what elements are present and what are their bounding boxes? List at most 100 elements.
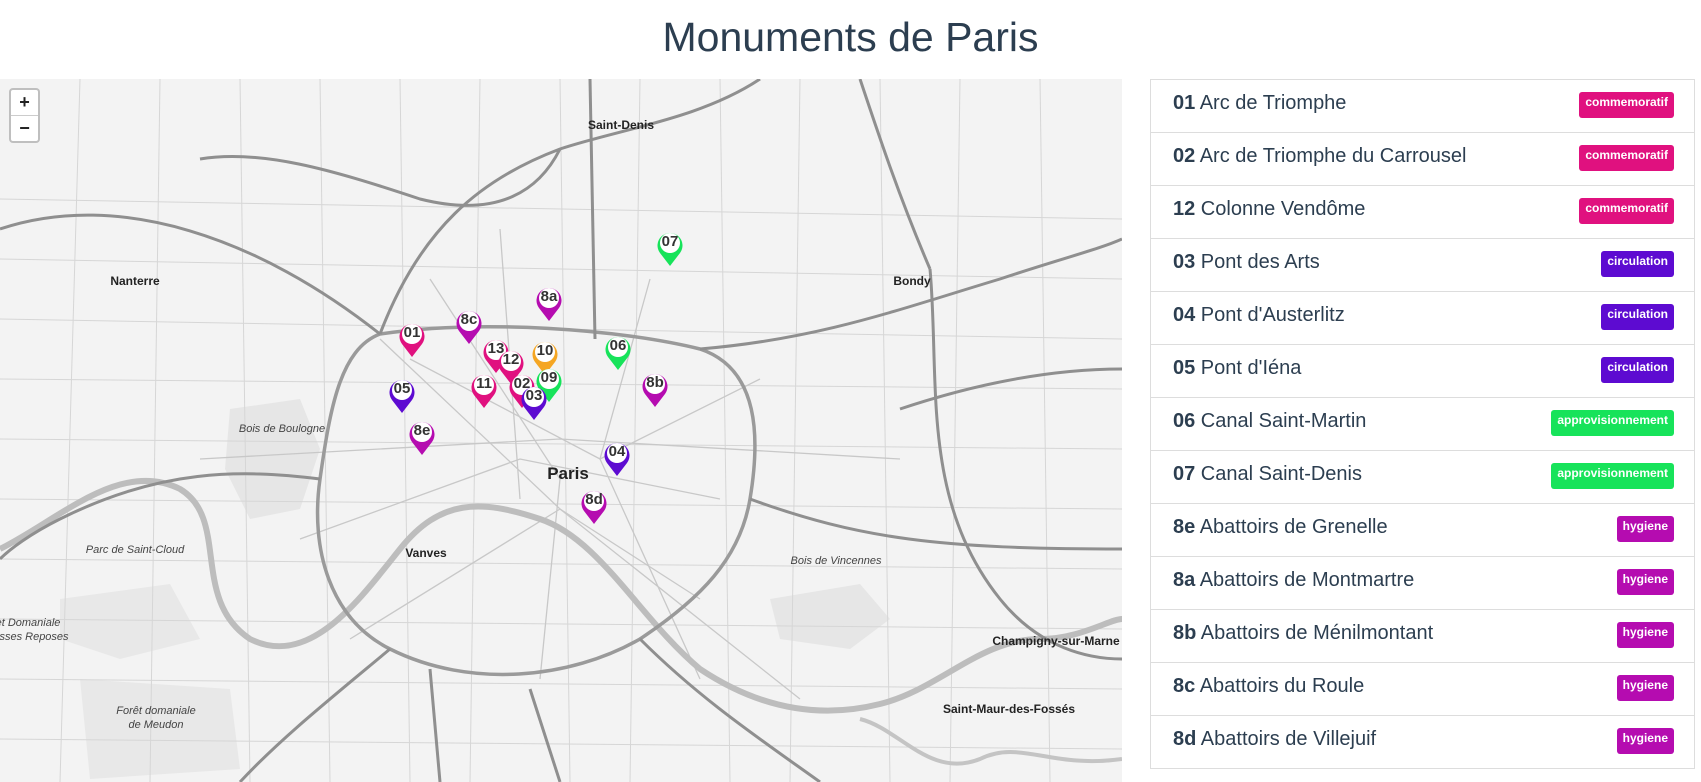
- monument-label: 07 Canal Saint-Denis: [1173, 463, 1362, 486]
- monument-label: 03 Pont des Arts: [1173, 251, 1320, 274]
- list-item[interactable]: 06 Canal Saint-Martin approvisionnement: [1150, 397, 1695, 450]
- category-badge: hygiene: [1616, 675, 1674, 701]
- place-label: Bondy: [893, 274, 931, 288]
- monument-number: 02: [1173, 145, 1196, 167]
- monument-name: Canal Saint-Denis: [1195, 463, 1362, 485]
- monument-number: 8e: [1173, 516, 1196, 538]
- category-badge: circulation: [1601, 251, 1674, 277]
- monument-label: 06 Canal Saint-Martin: [1173, 410, 1366, 433]
- place-label: Nanterre: [110, 274, 160, 288]
- marker-label: 8d: [585, 491, 603, 508]
- monument-name: Pont des Arts: [1195, 251, 1320, 273]
- marker-label: 05: [393, 380, 411, 397]
- map[interactable]: + − Saint-Denis Nanterre Bondy Bois de Boul…: [0, 79, 1122, 782]
- place-label: Parc de Saint-Cloud: [85, 544, 185, 556]
- marker-label: 8b: [646, 374, 664, 391]
- category-badge: commemoratif: [1579, 198, 1674, 224]
- category-badge: approvisionnement: [1551, 463, 1674, 489]
- map-marker[interactable]: 8a: [534, 284, 564, 322]
- monument-number: 04: [1173, 304, 1196, 326]
- monument-number: 8d: [1173, 728, 1197, 750]
- map-marker[interactable]: 8d: [579, 487, 609, 525]
- place-label: Saint-Denis: [587, 118, 655, 132]
- monument-number: 8c: [1173, 675, 1196, 697]
- monument-name: Arc de Triomphe: [1195, 92, 1347, 114]
- map-marker[interactable]: 8c: [454, 307, 484, 345]
- category-badge: hygiene: [1616, 569, 1674, 595]
- monument-label: 05 Pont d'Iéna: [1173, 357, 1301, 380]
- monument-number: 07: [1173, 463, 1196, 485]
- monument-label: 8d Abattoirs de Villejuif: [1173, 728, 1376, 751]
- map-marker[interactable]: 04: [602, 439, 632, 477]
- monument-name: Abattoirs de Villejuif: [1196, 728, 1377, 750]
- map-marker[interactable]: 03: [519, 383, 549, 421]
- monument-number: 03: [1173, 251, 1196, 273]
- list-item[interactable]: 03 Pont des Arts circulation: [1150, 238, 1695, 291]
- monument-number: 8a: [1173, 569, 1196, 591]
- category-badge: hygiene: [1616, 728, 1674, 754]
- category-badge: commemoratif: [1579, 92, 1674, 118]
- monument-name: Abattoirs de Ménilmontant: [1196, 622, 1434, 644]
- place-label: Vanves: [405, 546, 447, 560]
- list-item[interactable]: 04 Pont d'Austerlitz circulation: [1150, 291, 1695, 344]
- marker-label: 8e: [413, 422, 431, 439]
- marker-label: 10: [536, 342, 554, 359]
- zoom-in-button[interactable]: +: [11, 90, 38, 115]
- monument-number: 06: [1173, 410, 1196, 432]
- category-badge: circulation: [1601, 357, 1674, 383]
- zoom-out-button[interactable]: −: [11, 115, 38, 141]
- map-marker[interactable]: 01: [397, 320, 427, 358]
- category-badge: hygiene: [1616, 516, 1674, 542]
- monument-name: Arc de Triomphe du Carrousel: [1195, 145, 1467, 167]
- monument-label: 02 Arc de Triomphe du Carrousel: [1173, 145, 1467, 168]
- map-marker[interactable]: 07: [655, 229, 685, 267]
- monument-number: 05: [1173, 357, 1196, 379]
- list-item[interactable]: 07 Canal Saint-Denis approvisionnement: [1150, 450, 1695, 503]
- list-item[interactable]: 02 Arc de Triomphe du Carrousel commemora…: [1150, 132, 1695, 185]
- list-item[interactable]: 8d Abattoirs de Villejuif hygiene: [1150, 715, 1695, 769]
- place-label: et Domaniale: [0, 617, 61, 629]
- place-label: de Meudon: [128, 719, 184, 731]
- list-item[interactable]: 8b Abattoirs de Ménilmontant hygiene: [1150, 609, 1695, 662]
- map-marker[interactable]: 06: [603, 333, 633, 371]
- list-item[interactable]: 8e Abattoirs de Grenelle hygiene: [1150, 503, 1695, 556]
- monument-label: 04 Pont d'Austerlitz: [1173, 304, 1345, 327]
- map-tiles[interactable]: [0, 79, 1122, 782]
- marker-label: 03: [525, 387, 543, 404]
- monument-name: Canal Saint-Martin: [1195, 410, 1367, 432]
- list-item[interactable]: 05 Pont d'Iéna circulation: [1150, 344, 1695, 397]
- marker-label: 11: [476, 375, 492, 392]
- monument-label: 01 Arc de Triomphe: [1173, 92, 1346, 115]
- category-badge: hygiene: [1616, 622, 1674, 648]
- monument-number: 01: [1173, 92, 1196, 114]
- monument-label: 8c Abattoirs du Roule: [1173, 675, 1364, 698]
- monument-name: Abattoirs de Montmartre: [1195, 569, 1415, 591]
- monument-name: Abattoirs de Grenelle: [1195, 516, 1388, 538]
- monument-list: 01 Arc de Triomphe commemoratif 02 Arc de …: [1150, 79, 1695, 769]
- list-item[interactable]: 8c Abattoirs du Roule hygiene: [1150, 662, 1695, 715]
- monument-name: Colonne Vendôme: [1195, 198, 1366, 220]
- list-item[interactable]: 01 Arc de Triomphe commemoratif: [1150, 79, 1695, 132]
- monument-label: 8e Abattoirs de Grenelle: [1173, 516, 1388, 539]
- map-marker[interactable]: 05: [387, 376, 417, 414]
- list-item[interactable]: 12 Colonne Vendôme commemoratif: [1150, 185, 1695, 238]
- marker-label: 12: [502, 351, 520, 368]
- monument-number: 8b: [1173, 622, 1197, 644]
- place-label: sses Reposes: [0, 631, 69, 643]
- monument-label: 8b Abattoirs de Ménilmontant: [1173, 622, 1433, 645]
- monument-name: Pont d'Iéna: [1195, 357, 1302, 379]
- place-label: Forêt domaniale: [116, 705, 196, 717]
- marker-label: 8a: [540, 288, 558, 305]
- marker-label: 06: [609, 337, 627, 354]
- map-marker[interactable]: 8e: [407, 418, 437, 456]
- marker-label: 01: [403, 324, 421, 341]
- map-marker[interactable]: 8b: [640, 370, 670, 408]
- category-badge: circulation: [1601, 304, 1674, 330]
- monument-number: 12: [1173, 198, 1196, 220]
- monument-name: Pont d'Austerlitz: [1195, 304, 1345, 326]
- list-item[interactable]: 8a Abattoirs de Montmartre hygiene: [1150, 556, 1695, 609]
- marker-label: 04: [608, 443, 626, 460]
- map-marker[interactable]: 11: [469, 371, 499, 409]
- zoom-control: + −: [9, 88, 40, 143]
- monument-name: Abattoirs du Roule: [1195, 675, 1365, 697]
